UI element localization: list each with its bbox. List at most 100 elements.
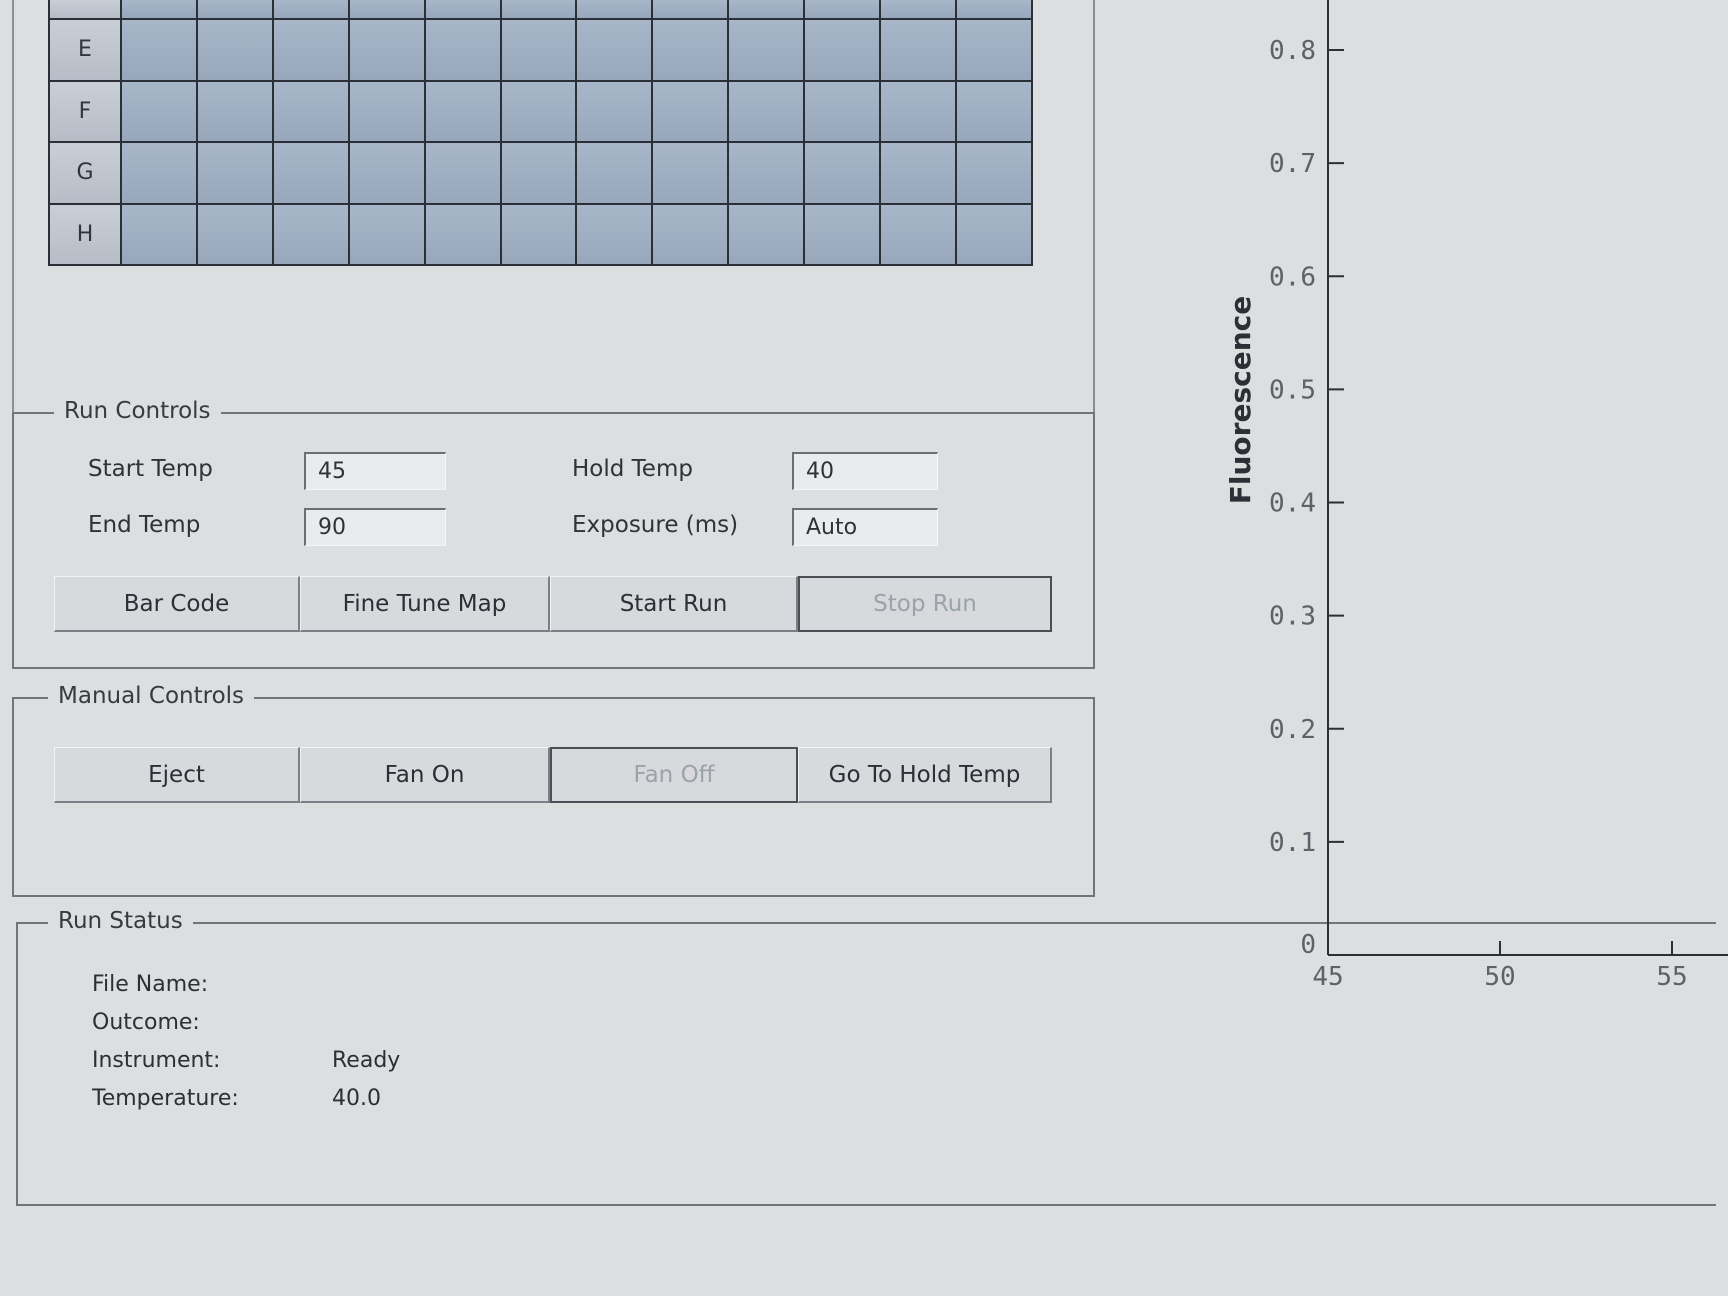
y-ticks: 0 0.1 0.2 0.3 0.4 0.5 0.6 0.7 0.8 [1269,36,1344,960]
plate-well[interactable] [957,81,1031,141]
plate-grid: EFGH [48,0,1033,266]
y-tick-label: 0.3 [1269,602,1316,632]
instrument-label: Instrument: [92,1048,221,1073]
plate-well[interactable] [653,204,728,264]
plate-well[interactable] [957,20,1031,80]
plate-well[interactable] [273,20,348,80]
plate-well[interactable] [501,143,576,203]
plate-well[interactable] [653,81,728,141]
x-tick-label: 50 [1484,962,1515,992]
x-ticks: 45 50 55 [1312,941,1688,992]
plate-well[interactable] [577,143,652,203]
y-tick-label: 0.2 [1269,715,1316,745]
exposure-label: Exposure (ms) [572,512,739,538]
plate-well[interactable] [197,81,272,141]
plate-well[interactable] [881,143,956,203]
plate-well[interactable] [881,0,956,18]
manual-controls-title: Manual Controls [48,683,255,709]
plate-well[interactable] [122,81,196,141]
plate-row-header-partial [50,0,120,18]
fluorescence-chart: Fluorescence 0 0.1 0.2 0.3 0.4 0.5 0.6 0.7 0.8 4… [1224,0,1728,992]
plate-well[interactable] [122,143,196,203]
plate-well[interactable] [729,0,804,18]
plate-well[interactable] [122,0,196,18]
exposure-field[interactable] [792,508,938,546]
y-axis-label: Fluorescence [1224,296,1257,504]
plate-well[interactable] [197,143,272,203]
plate-well[interactable] [349,81,424,141]
plate-well[interactable] [729,143,804,203]
plate-well[interactable] [881,204,956,264]
plate-well[interactable] [197,0,272,18]
x-tick-label: 45 [1312,962,1343,992]
fan-off-button[interactable]: Fan Off [550,747,798,803]
plate-well[interactable] [273,0,348,18]
go-to-hold-temp-button[interactable]: Go To Hold Temp [798,747,1052,803]
plate-well[interactable] [805,204,880,264]
plate-well[interactable] [805,0,880,18]
y-tick-label: 0.6 [1269,262,1316,292]
plate-well[interactable] [577,20,652,80]
plate-well[interactable] [577,204,652,264]
plate-well[interactable] [273,81,348,141]
plate-well[interactable] [957,143,1031,203]
eject-button[interactable]: Eject [54,747,300,803]
plate-well[interactable] [349,204,424,264]
left-panel: EFGH Run Controls Start Temp End Temp Ho… [0,0,1716,1296]
y-tick-label: 0.5 [1269,375,1316,405]
plate-well[interactable] [425,0,500,18]
end-temp-label: End Temp [88,512,201,538]
plate-well[interactable] [577,81,652,141]
plate-well[interactable] [349,0,424,18]
plate-well[interactable] [197,204,272,264]
plate-well[interactable] [805,143,880,203]
start-run-button[interactable]: Start Run [550,576,798,632]
plate-well[interactable] [957,204,1031,264]
end-temp-field[interactable] [304,508,446,546]
plate-well[interactable] [425,20,500,80]
stop-run-button[interactable]: Stop Run [798,576,1052,632]
plate-well[interactable] [425,143,500,203]
plate-well[interactable] [425,204,500,264]
plate-well[interactable] [957,0,1031,18]
fine-tune-map-button[interactable]: Fine Tune Map [300,576,550,632]
plate-well[interactable] [501,0,576,18]
plate-well[interactable] [729,81,804,141]
start-temp-field[interactable] [304,452,446,490]
plate-well[interactable] [122,204,196,264]
y-tick-label: 0 [1300,930,1316,960]
y-tick-label: 0.4 [1269,489,1316,519]
plate-well[interactable] [653,143,728,203]
plate-well[interactable] [273,204,348,264]
plate-well[interactable] [653,0,728,18]
fan-on-button[interactable]: Fan On [300,747,550,803]
y-tick-label: 0.8 [1269,36,1316,66]
plate-map-panel: EFGH [12,0,1095,412]
plate-row-header[interactable]: E [50,20,120,80]
plate-well[interactable] [881,81,956,141]
y-tick-label: 0.7 [1269,149,1316,179]
plate-well[interactable] [349,20,424,80]
plate-well[interactable] [122,20,196,80]
plate-well[interactable] [501,204,576,264]
plate-well[interactable] [501,20,576,80]
hold-temp-field[interactable] [792,452,938,490]
plate-well[interactable] [577,0,652,18]
plate-row-header[interactable]: F [50,81,120,141]
plate-row-header[interactable]: G [50,143,120,203]
plate-well[interactable] [805,81,880,141]
plate-well[interactable] [273,143,348,203]
plate-well[interactable] [729,204,804,264]
run-controls-group: Run Controls Start Temp End Temp Hold Te… [12,398,1095,669]
x-tick-label: 55 [1656,962,1687,992]
plate-well[interactable] [805,20,880,80]
plate-well[interactable] [197,20,272,80]
bar-code-button[interactable]: Bar Code [54,576,300,632]
plate-well[interactable] [501,81,576,141]
plate-row-header[interactable]: H [50,204,120,264]
plate-well[interactable] [349,143,424,203]
plate-well[interactable] [881,20,956,80]
plate-well[interactable] [653,20,728,80]
plate-well[interactable] [425,81,500,141]
plate-well[interactable] [729,20,804,80]
